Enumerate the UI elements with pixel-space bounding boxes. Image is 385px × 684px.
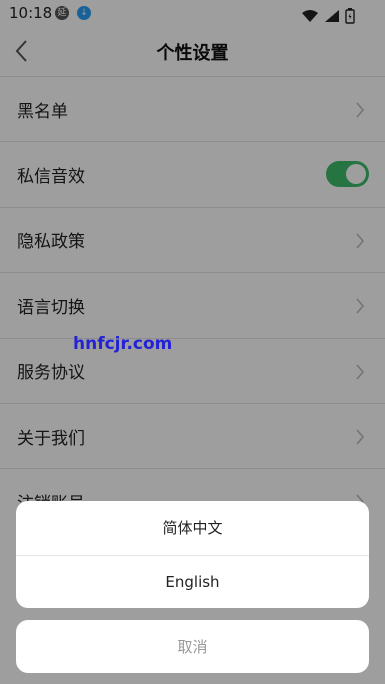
cancel-button[interactable]: 取消 — [16, 620, 369, 673]
language-sheet: 简体中文 English — [16, 501, 369, 608]
language-option-english[interactable]: English — [16, 554, 369, 609]
language-option-simplified-chinese[interactable]: 简体中文 — [16, 501, 369, 555]
watermark: hnfcjr.com — [73, 334, 173, 354]
